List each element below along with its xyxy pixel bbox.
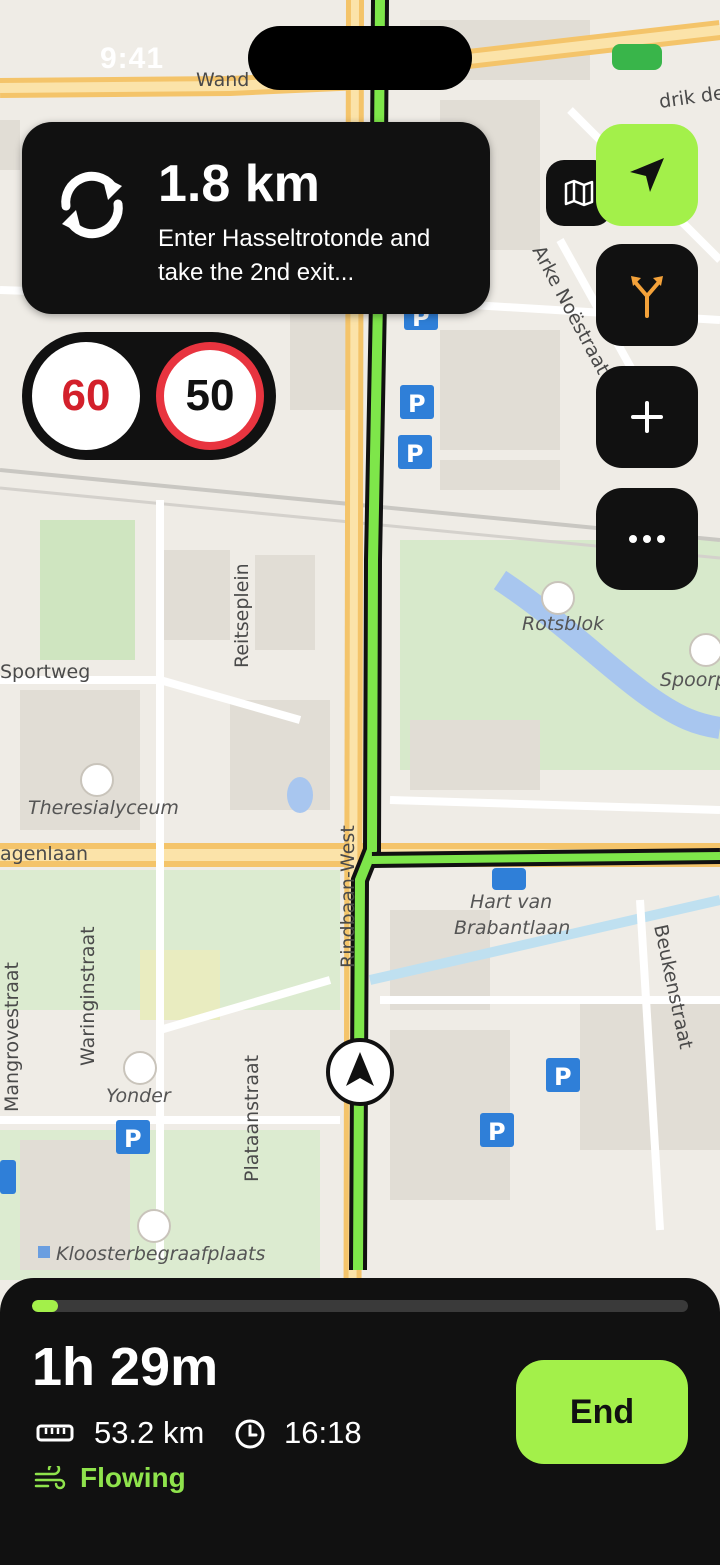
end-navigation-button[interactable]: End — [516, 1360, 688, 1464]
clock-icon — [235, 1419, 265, 1449]
poi-label: Brabantlaan — [454, 917, 570, 939]
street-label: Sportweg — [0, 661, 90, 683]
ruler-icon — [36, 1424, 74, 1442]
maneuver-distance: 1.8 km — [158, 155, 320, 213]
street-label: Mangrovestraat — [1, 962, 23, 1112]
current-location-marker — [326, 1038, 394, 1106]
svg-text:P: P — [124, 1125, 142, 1153]
svg-text:P: P — [406, 440, 424, 468]
plus-icon — [631, 401, 663, 433]
svg-text:P: P — [554, 1063, 572, 1091]
poi-label: Kloosterbegraafplaats — [56, 1243, 266, 1265]
street-label: Rindbaan-West — [337, 825, 359, 968]
zoom-in-button[interactable] — [596, 366, 698, 468]
trip-summary-panel: 1h 29m 53.2 km 16:18 Flowing End — [0, 1278, 720, 1565]
poi-label: Rotsblok — [522, 613, 605, 635]
dynamic-island — [248, 26, 472, 90]
trip-progress-fill — [32, 1300, 59, 1312]
map-icon — [564, 179, 594, 207]
traffic-status: Flowing — [80, 1462, 186, 1493]
fork-icon — [631, 276, 663, 318]
speed-limit-sign: 50 — [156, 342, 264, 450]
trip-duration: 1h 29m — [32, 1337, 219, 1397]
poi-label: Hart van — [470, 891, 552, 913]
street-label: Plataanstraat — [241, 1055, 263, 1182]
status-time: 9:41 — [100, 42, 165, 75]
poi-label: Yonder — [106, 1085, 172, 1107]
maneuver-instruction: Enter Hasseltrotonde and take the 2nd ex… — [158, 225, 431, 286]
alternative-routes-button[interactable] — [596, 244, 698, 346]
location-arrow-icon — [630, 158, 664, 192]
poi-label: Spoorp — [660, 669, 720, 691]
current-speed: 60 — [32, 342, 140, 450]
street-label: agenlaan — [0, 843, 88, 865]
roundabout-icon — [61, 171, 123, 239]
trip-progress-bar — [32, 1300, 688, 1312]
navigation-banner[interactable]: 1.8 km Enter Hasseltrotonde and take the… — [22, 122, 490, 314]
status-bar: 9:41 — [0, 0, 720, 110]
recenter-button[interactable] — [596, 124, 698, 226]
poi-label: Theresialyceum — [28, 797, 179, 819]
remaining-distance: 53.2 km — [94, 1415, 205, 1450]
battery-icon — [612, 44, 662, 70]
ellipsis-icon — [629, 535, 665, 543]
speed-panel: 60 50 — [22, 332, 276, 460]
street-label: Reitseplein — [231, 563, 253, 668]
svg-text:P: P — [408, 390, 426, 418]
wind-icon — [34, 1466, 66, 1490]
svg-text:P: P — [488, 1118, 506, 1146]
street-label: Waringinstraat — [77, 926, 99, 1066]
more-options-button[interactable] — [596, 488, 698, 590]
arrival-time: 16:18 — [284, 1415, 362, 1450]
